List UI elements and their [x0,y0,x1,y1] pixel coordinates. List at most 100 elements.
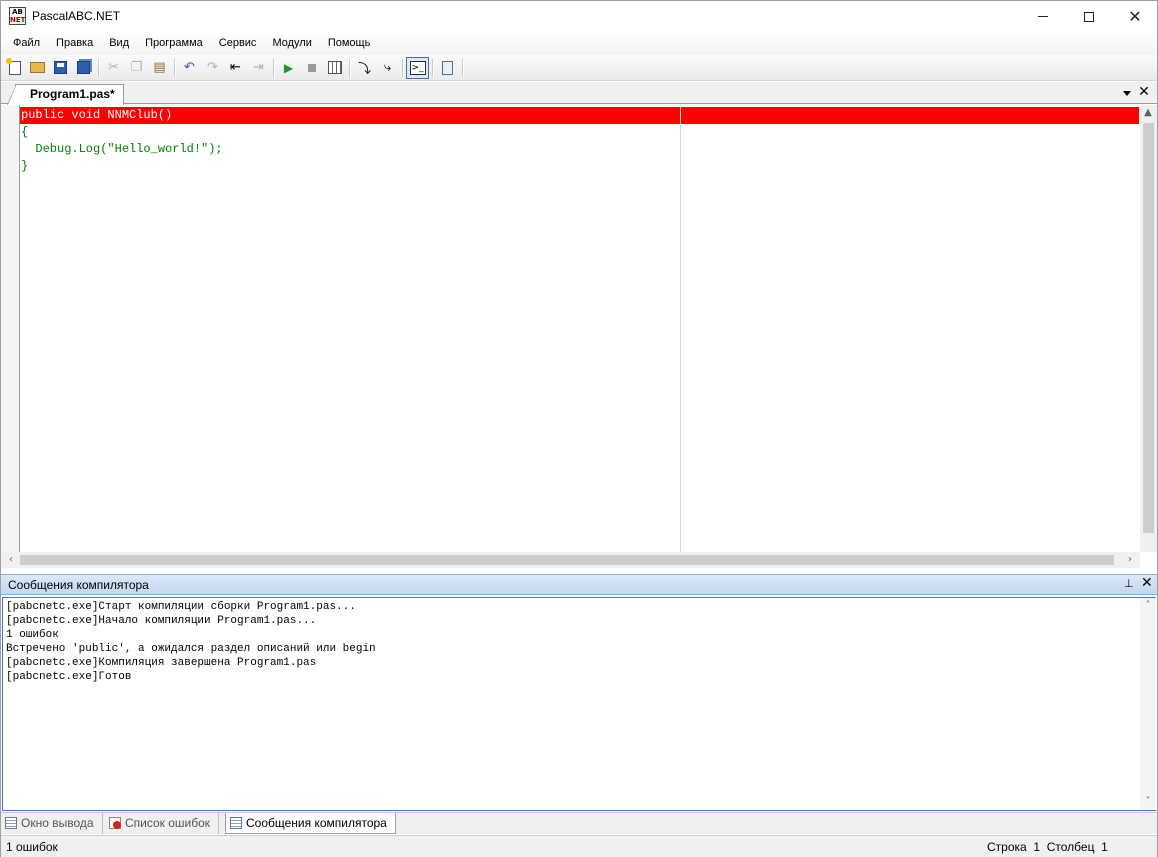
code-editor[interactable]: public void NNMClub() { Debug.Log("Hello… [1,105,1157,568]
tab-compiler-messages[interactable]: Сообщения компилятора [225,813,396,834]
new-file-icon [5,57,21,75]
code-line[interactable]: Debug.Log("Hello_world!"); [20,141,1139,158]
column-label: Столбец [1046,840,1095,854]
menu-view[interactable]: Вид [101,32,137,55]
main-window: AB NET PascalABC.NET ✕ Файл Правка Вид П… [0,0,1158,857]
pin-icon[interactable]: ⊥ [1124,577,1134,590]
close-window-button[interactable]: ✕ [1112,1,1158,32]
console-icon: >_ [409,60,426,75]
code-line-error[interactable]: public void NNMClub() [20,107,1139,124]
cut-icon: ✂ [108,60,119,75]
scroll-left-icon[interactable]: ‹ [3,552,19,568]
paste-button[interactable]: ▤ [148,57,171,79]
toolbar: ✂ ❐ ▤ ↶ ↷ ⇤ ⇥ ▶ ⤵ ⤷ >_ [1,55,1157,81]
menu-program[interactable]: Программа [137,32,211,55]
menu-modules[interactable]: Модули [264,32,319,55]
compiler-panel-title: Сообщения компилятора [8,578,149,592]
compile-icon [327,61,342,74]
menu-edit[interactable]: Правка [48,32,101,55]
column-value: 1 [1101,840,1108,854]
document-tab-strip: Program1.pas* ✕ [1,82,1157,105]
toolbar-separator [462,58,463,77]
run-button[interactable]: ▶ [277,57,300,79]
bottom-tab-strip: Окно вывода Список ошибок Сообщения комп… [1,812,1157,834]
output-line: [pabcnetc.exe]Начало компиляции Program1… [6,615,317,627]
code-line[interactable]: { [20,124,1139,141]
close-panel-button[interactable]: ✕ [1141,575,1153,591]
output-line: [pabcnetc.exe]Старт компиляции сборки Pr… [6,601,356,613]
tab-output-window[interactable]: Окно вывода [1,813,103,834]
code-line[interactable]: } [20,158,1139,175]
tab-list-button[interactable] [1120,84,1134,102]
close-icon: ✕ [1141,575,1153,591]
close-icon: ✕ [1128,7,1142,26]
app-logo-top-text: AB [12,8,23,16]
debug-step-over-icon: ⤷ [383,60,392,75]
cursor-position: Строка 1 Столбец 1 [987,840,1108,854]
toolbar-separator [349,58,350,77]
right-margin-line [680,105,681,552]
document-button[interactable] [436,57,459,79]
indent-button[interactable]: ⇤ [224,57,247,79]
console-button[interactable]: >_ [406,56,429,79]
scroll-up-icon[interactable]: ▲ [1140,105,1156,121]
toolbar-separator [402,58,403,77]
document-icon [442,60,453,75]
tab-label: Окно вывода [21,816,94,830]
stop-button[interactable] [300,57,323,79]
scroll-right-icon[interactable]: › [1122,552,1138,568]
outdent-button[interactable]: ⇥ [247,57,270,79]
code-line-text: public void NNMClub() [21,108,173,122]
menu-file[interactable]: Файл [5,32,48,55]
compile-button[interactable] [323,57,346,79]
cut-button[interactable]: ✂ [102,57,125,79]
row-value: 1 [1033,840,1041,854]
indent-icon: ⇤ [230,60,241,75]
editor-gutter [1,105,20,552]
menu-service[interactable]: Сервис [211,32,265,55]
toolbar-separator [432,58,433,77]
debug-step-button[interactable]: ⤵ [353,57,376,79]
compiler-panel-header: Сообщения компилятора ⊥ ✕ [1,574,1157,595]
code-area[interactable]: public void NNMClub() { Debug.Log("Hello… [20,105,1139,552]
app-logo-icon: AB NET [9,7,26,25]
close-tab-button[interactable]: ✕ [1136,83,1152,101]
outdent-icon: ⇥ [253,60,264,75]
tab-program1[interactable]: Program1.pas* [7,84,124,105]
compiler-messages-icon [230,817,242,829]
output-line: 1 ошибок [6,629,59,641]
scroll-down-icon[interactable]: ˅ [1140,794,1156,810]
scroll-up-icon[interactable]: ˄ [1140,598,1156,614]
status-error-count: 1 ошибок [6,840,58,854]
save-all-button[interactable] [72,57,95,79]
chevron-down-icon [1123,90,1131,96]
output-line: [pabcnetc.exe]Компиляция завершена Progr… [6,657,317,669]
output-vertical-scrollbar[interactable]: ˄ ˅ [1140,598,1156,810]
new-file-button[interactable] [3,57,26,79]
debug-step-over-button[interactable]: ⤷ [376,57,399,79]
maximize-button[interactable] [1066,1,1112,32]
code-line-text: } [21,159,29,173]
save-all-icon [77,61,90,74]
open-folder-icon [30,62,45,73]
compiler-output[interactable]: [pabcnetc.exe]Старт компиляции сборки Pr… [2,597,1156,811]
scrollbar-thumb[interactable] [20,555,1114,565]
minimize-icon [1038,16,1048,17]
undo-button[interactable]: ↶ [178,57,201,79]
editor-vertical-scrollbar[interactable]: ▲ [1140,105,1157,552]
tab-label: Сообщения компилятора [246,816,387,830]
open-button[interactable] [26,57,49,79]
code-line-text: { [21,125,29,139]
menu-help[interactable]: Помощь [320,32,379,55]
window-title: PascalABC.NET [32,9,121,23]
minimize-button[interactable] [1020,1,1066,32]
menu-bar: Файл Правка Вид Программа Сервис Модули … [1,32,1157,55]
copy-icon: ❐ [130,60,143,75]
tab-error-list[interactable]: Список ошибок [105,813,220,834]
scrollbar-thumb[interactable] [1143,123,1154,533]
redo-button[interactable]: ↷ [201,57,224,79]
title-bar: AB NET PascalABC.NET ✕ [1,1,1157,32]
copy-button[interactable]: ❐ [125,57,148,79]
editor-horizontal-scrollbar[interactable]: ‹ › [1,552,1140,568]
save-button[interactable] [49,57,72,79]
